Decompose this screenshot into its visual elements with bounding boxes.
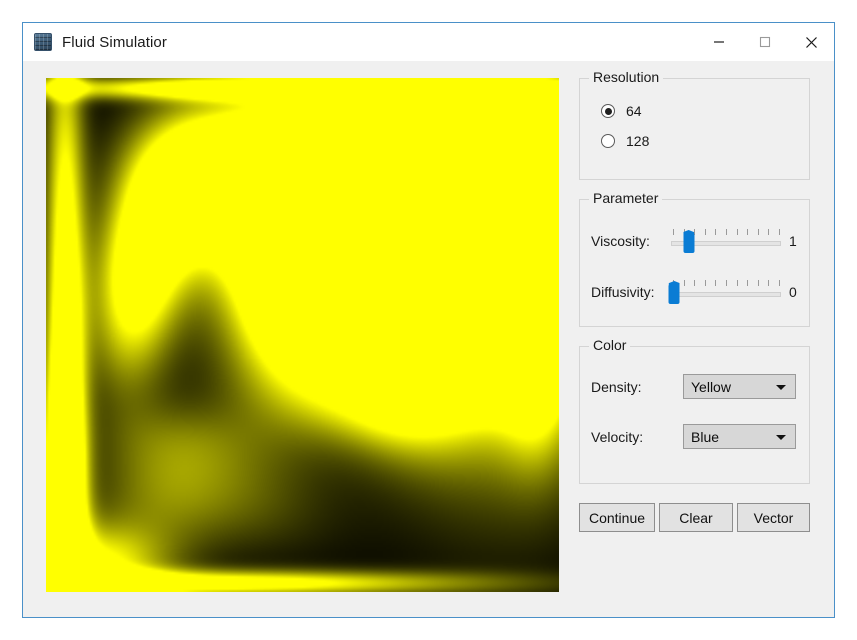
window-title: Fluid Simulatior [62,33,167,51]
diffusivity-slider[interactable] [668,279,781,305]
diffusivity-slider-track[interactable] [671,292,781,297]
radio-resolution-64[interactable]: 64 [601,103,809,119]
controls-panel: Resolution 64 128 Parameter Viscosity: 1… [579,69,810,532]
maximize-icon [759,36,771,48]
color-group-title: Color [589,337,631,353]
title-bar[interactable]: Fluid Simulatior [23,23,834,61]
radio-resolution-128[interactable]: 128 [601,133,809,149]
resolution-group: Resolution 64 128 [579,69,810,180]
vector-button[interactable]: Vector [737,503,810,532]
diffusivity-value: 0 [789,284,797,300]
density-color-value: Yellow [691,378,731,395]
radio-indicator-64[interactable] [601,104,615,118]
viscosity-label: Viscosity: [591,233,650,249]
action-button-row: Continue Clear Vector [579,503,810,532]
viscosity-slider[interactable] [671,228,781,254]
chevron-down-icon[interactable] [776,384,786,390]
diffusivity-slider-thumb[interactable] [668,285,680,304]
parameter-group: Parameter Viscosity: 1 Diffusivity: 0 [579,190,810,327]
velocity-row: Velocity: Blue [580,424,809,449]
parameter-group-title: Parameter [589,190,663,206]
client-area: Resolution 64 128 Parameter Viscosity: 1… [23,61,834,617]
density-row: Density: Yellow [580,374,809,399]
app-window: Fluid Simulatior Resolution 64 128 Param… [22,22,835,618]
radio-indicator-128[interactable] [601,134,615,148]
viscosity-slider-thumb[interactable] [683,234,695,253]
velocity-color-select[interactable]: Blue [683,424,796,449]
radio-label-128: 128 [626,133,650,149]
density-color-select[interactable]: Yellow [683,374,796,399]
maximize-button[interactable] [742,23,788,61]
diffusivity-label: Diffusivity: [591,284,655,300]
radio-label-64: 64 [626,103,642,119]
window-controls [696,23,834,61]
close-button[interactable] [788,23,834,61]
diffusivity-row: Diffusivity: 0 [580,279,809,305]
diffusivity-slider-ticks [673,280,780,286]
app-icon [34,33,52,51]
viscosity-row: Viscosity: 1 [580,228,809,254]
density-label: Density: [591,378,642,395]
viscosity-value: 1 [789,233,797,249]
minimize-button[interactable] [696,23,742,61]
close-icon [805,36,817,48]
continue-button[interactable]: Continue [579,503,655,532]
color-group: Color Density: Yellow Velocity: Blue [579,337,810,484]
fluid-simulation-canvas[interactable] [46,78,559,592]
resolution-group-title: Resolution [589,69,664,85]
minimize-icon [714,41,724,43]
velocity-color-value: Blue [691,428,720,445]
clear-button[interactable]: Clear [659,503,733,532]
velocity-label: Velocity: [591,428,644,445]
fluid-density-field[interactable] [46,78,559,592]
chevron-down-icon[interactable] [776,434,786,440]
